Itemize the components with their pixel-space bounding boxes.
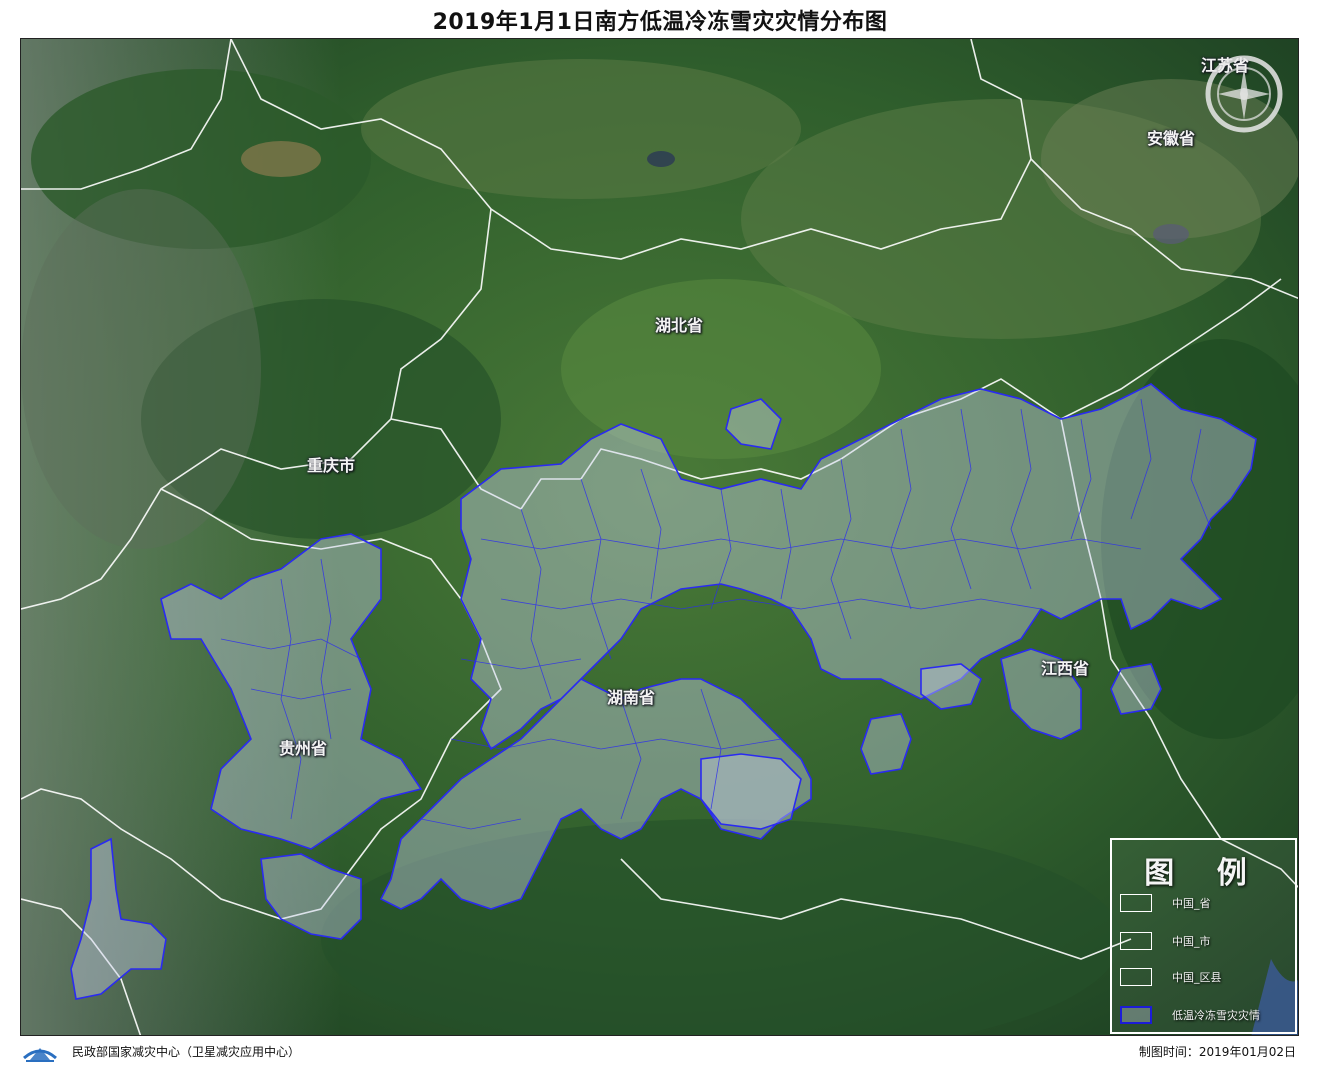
- legend-label-province: 中国_省: [1172, 897, 1211, 910]
- map-svg: [21, 39, 1298, 1035]
- logo-icon: [23, 1048, 57, 1062]
- label-chongqing: 重庆市: [307, 456, 356, 475]
- legend-title: 图 例: [1144, 856, 1263, 891]
- label-hunan: 湖南省: [607, 688, 656, 707]
- legend-swatch-county: [1120, 968, 1152, 986]
- label-anhui: 安徽省: [1147, 129, 1196, 148]
- north-arrow-icon: [1205, 55, 1283, 133]
- map-legend: 图 例 中国_省 中国_市 中国_区县 低温冷冻雪灾灾情: [1110, 838, 1297, 1034]
- legend-item-province: 中国_省: [1120, 894, 1290, 914]
- legend-swatch-city: [1120, 932, 1152, 950]
- footer-left: 民政部国家减灾中心（卫星减灾应用中心）: [20, 1040, 620, 1064]
- satellite-map[interactable]: 湖北省 重庆市 贵州省 湖南省 江西省 安徽省 江苏省: [20, 38, 1299, 1036]
- footer-date: 制图时间：2019年01月02日: [1138, 1045, 1296, 1059]
- legend-label-city: 中国_市: [1172, 935, 1211, 948]
- legend-swatch-province: [1120, 894, 1152, 912]
- label-jiangxi: 江西省: [1041, 659, 1090, 678]
- label-guizhou: 贵州省: [279, 739, 328, 758]
- legend-item-county: 中国_区县: [1120, 968, 1290, 988]
- legend-swatch-disaster: [1120, 1006, 1152, 1024]
- legend-label-disaster: 低温冷冻雪灾灾情: [1172, 1009, 1260, 1022]
- legend-label-county: 中国_区县: [1172, 971, 1222, 984]
- label-hubei: 湖北省: [655, 316, 704, 335]
- legend-item-disaster: 低温冷冻雪灾灾情: [1120, 1006, 1290, 1026]
- map-title: 2019年1月1日南方低温冷冻雪灾灾情分布图: [432, 10, 888, 35]
- footer-organization: 民政部国家减灾中心（卫星减灾应用中心）: [72, 1045, 301, 1059]
- legend-item-city: 中国_市: [1120, 932, 1290, 952]
